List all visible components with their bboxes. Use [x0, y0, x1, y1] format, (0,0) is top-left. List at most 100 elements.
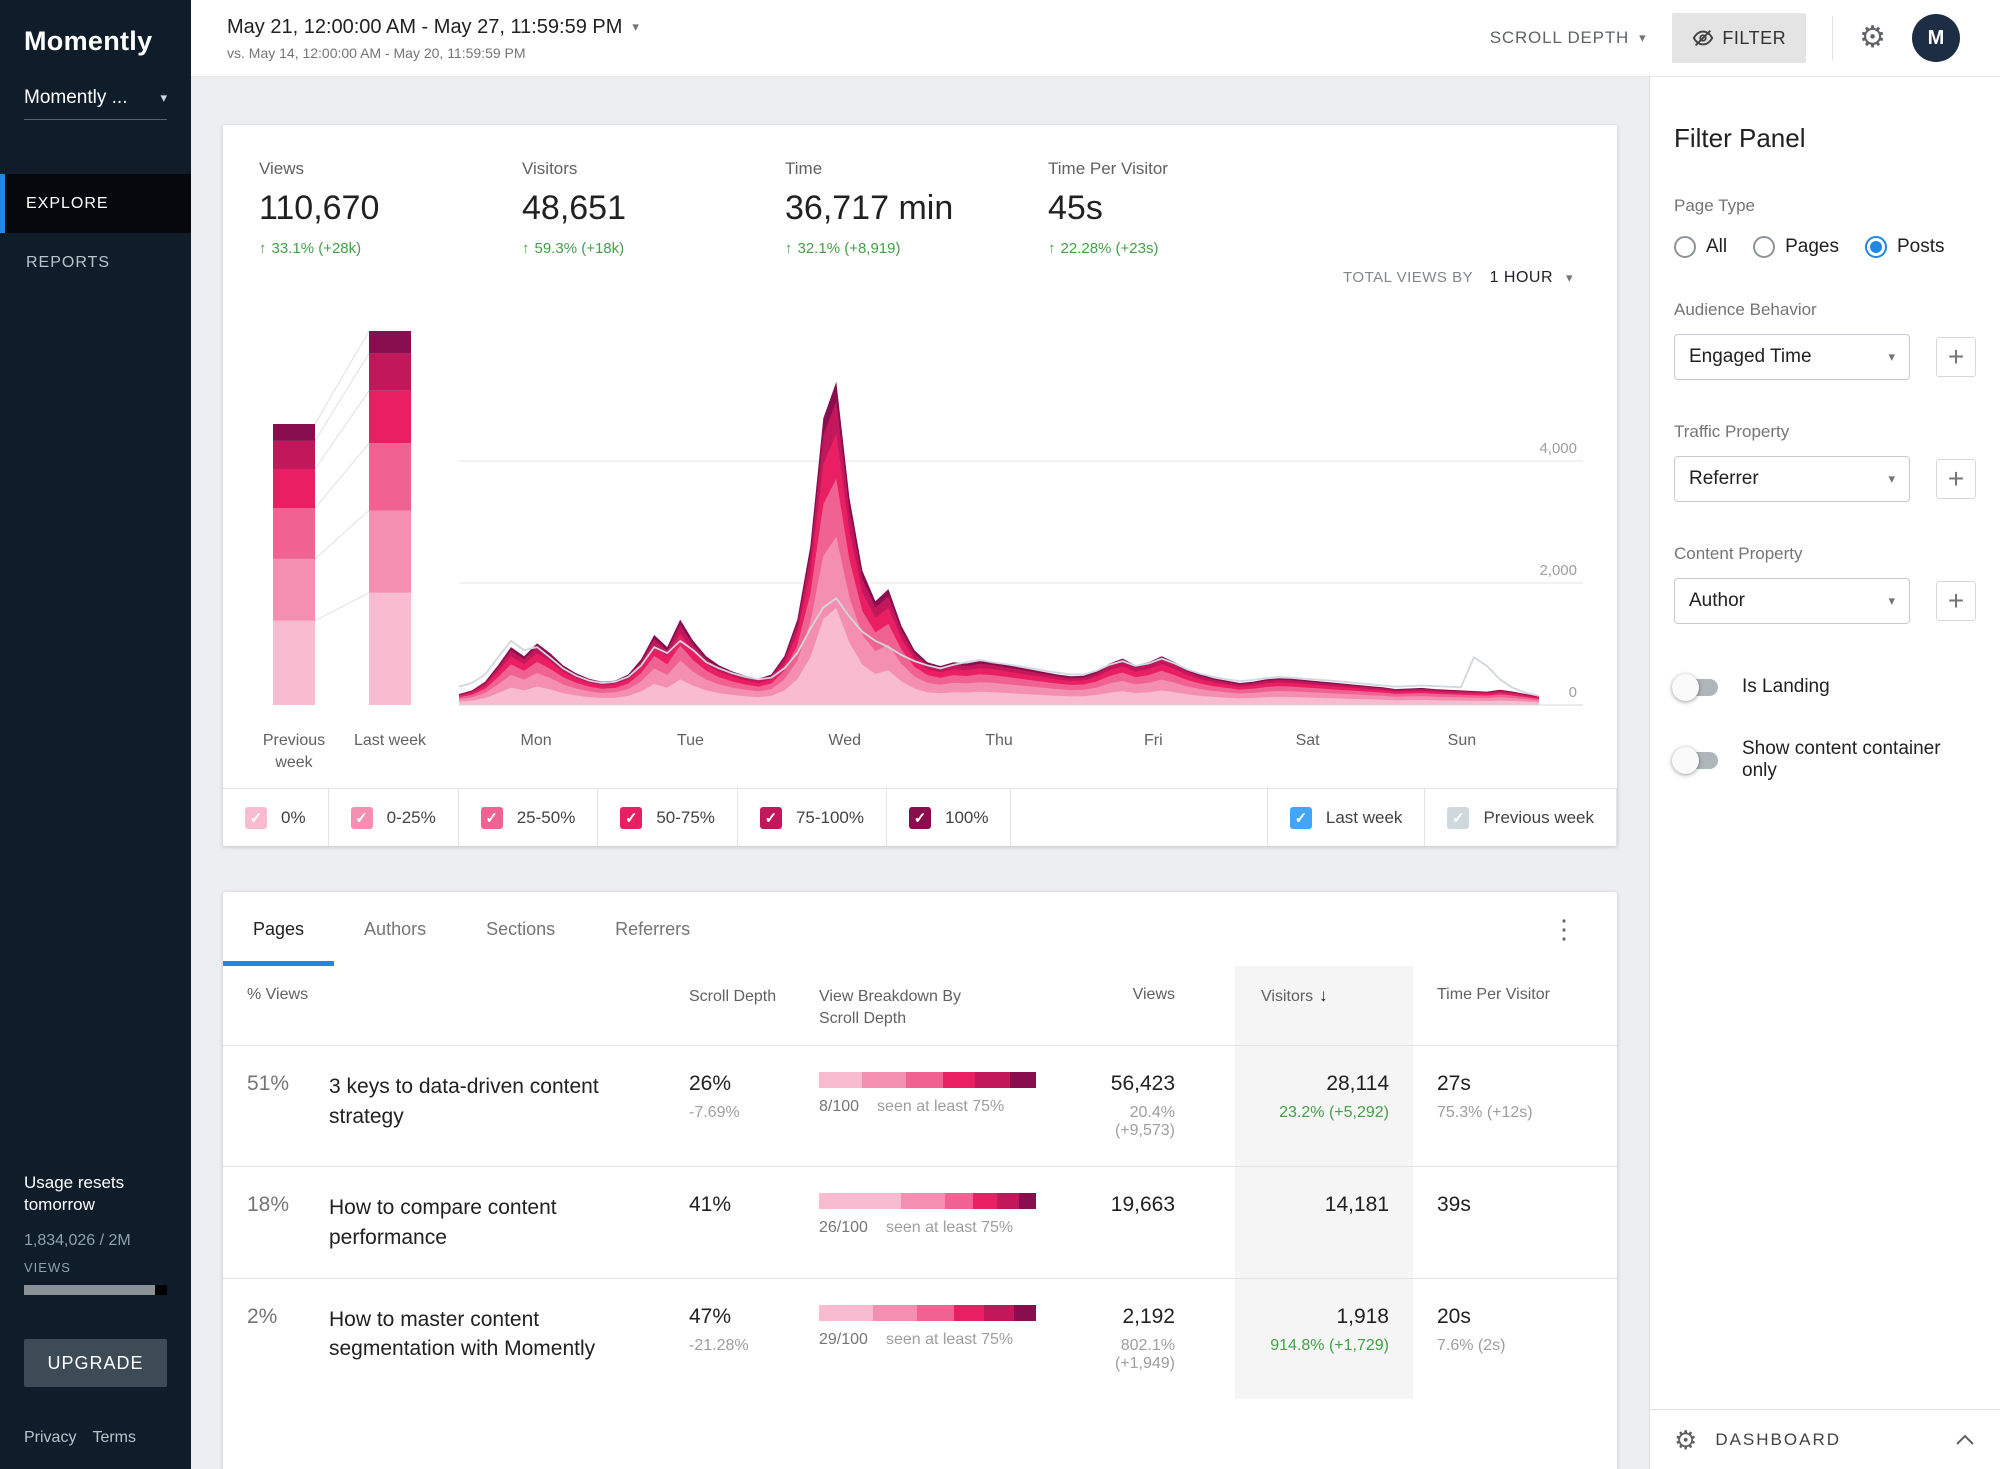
chevron-down-icon: ▾: [632, 19, 639, 35]
views-cell: 56,42320.4% (+9,573): [1069, 1046, 1235, 1166]
breakdown-bar: [819, 1193, 1036, 1209]
metric-visitors: Visitors48,651↑59.3% (+18k): [522, 159, 785, 257]
svg-text:Wed: Wed: [828, 732, 861, 749]
radio-pages[interactable]: Pages: [1753, 236, 1839, 258]
time-per-visitor-delta: 75.3% (+12s): [1437, 1104, 1617, 1122]
col-pct-views: % Views: [223, 966, 329, 1045]
filter-panel-title: Filter Panel: [1674, 123, 1976, 154]
checkbox-icon: ✓: [351, 807, 373, 829]
main-column: May 21, 12:00:00 AM - May 27, 11:59:59 P…: [191, 0, 2000, 1469]
legend-series-previous-week[interactable]: ✓Previous week: [1425, 789, 1617, 846]
sort-desc-icon[interactable]: ↓: [1319, 986, 1328, 1005]
add-filter-button[interactable]: +: [1936, 337, 1976, 377]
toggle-is-landing[interactable]: [1674, 679, 1718, 696]
chevron-down-icon: ▾: [1888, 349, 1895, 365]
footer-link-privacy[interactable]: Privacy: [24, 1429, 76, 1447]
overlay-metric-selector[interactable]: SCROLL DEPTH ▾: [1490, 28, 1647, 48]
overview-card: Views110,670↑33.1% (+28k)Visitors48,651↑…: [223, 125, 1617, 846]
tab-sections[interactable]: Sections: [456, 892, 585, 966]
metric-delta: ↑33.1% (+28k): [259, 240, 522, 257]
col-visitors[interactable]: Visitors↓: [1235, 966, 1413, 1045]
legend-bucket-100[interactable]: ✓100%: [887, 789, 1011, 846]
legend-spacer: [1011, 789, 1267, 846]
date-range-selector[interactable]: May 21, 12:00:00 AM - May 27, 11:59:59 P…: [227, 16, 639, 61]
breakdown-segment: [997, 1193, 1019, 1209]
tab-referrers[interactable]: Referrers: [585, 892, 720, 966]
filter-section-label: Audience Behavior: [1674, 300, 1976, 320]
chevron-down-icon: ▾: [160, 90, 167, 106]
toggle-row-show-content-container-only: Show content container only: [1674, 738, 1976, 782]
legend-bucket-0[interactable]: ✓0%: [223, 789, 329, 846]
breakdown-segment: [819, 1193, 901, 1209]
filter-toggles: Is LandingShow content container only: [1674, 676, 1976, 782]
user-avatar[interactable]: M: [1912, 14, 1960, 62]
footer-link-terms[interactable]: Terms: [92, 1429, 136, 1447]
radio-icon: [1865, 236, 1887, 258]
views-cell: 19,663: [1069, 1167, 1235, 1278]
sidebar-usage: Usage resets tomorrow 1,834,026 / 2M VIE…: [0, 1172, 191, 1469]
table-row[interactable]: 51%3 keys to data-driven content strateg…: [223, 1045, 1617, 1166]
scroll-depth-cell: 41%: [689, 1167, 819, 1278]
legend-bucket-25-50[interactable]: ✓25-50%: [459, 789, 599, 846]
svg-text:Thu: Thu: [985, 732, 1013, 749]
metric-value: 36,717 min: [785, 189, 1048, 228]
tab-authors[interactable]: Authors: [334, 892, 456, 966]
legend-series-last-week[interactable]: ✓Last week: [1268, 789, 1426, 846]
views-cell: 2,192802.1% (+1,949): [1069, 1279, 1235, 1399]
chevron-up-icon[interactable]: [1954, 1433, 1976, 1447]
topbar-right: SCROLL DEPTH ▾ FILTER ⚙ M: [1490, 13, 2000, 63]
breakdown-cell: 8/100seen at least 75%: [819, 1046, 1069, 1166]
upgrade-button[interactable]: UPGRADE: [24, 1339, 167, 1387]
table-options-kebab-icon[interactable]: ⋮: [1551, 914, 1577, 945]
page-title-link[interactable]: How to master content segmentation with …: [329, 1279, 689, 1399]
time-per-visitor-delta: 7.6% (2s): [1437, 1337, 1617, 1355]
toggle-show-content-container-only[interactable]: [1674, 752, 1718, 769]
filter-section-audience-behavior: Audience Behavior Engaged Time▾ +: [1674, 300, 1976, 380]
main-content[interactable]: Views110,670↑33.1% (+28k)Visitors48,651↑…: [191, 77, 1649, 1469]
svg-text:4,000: 4,000: [1539, 440, 1577, 457]
page-type-radio-group: All Pages Posts: [1674, 236, 1976, 258]
page-title-link[interactable]: How to compare content performance: [329, 1167, 689, 1278]
interval-selector[interactable]: 1 HOUR ▾: [1490, 269, 1573, 286]
tab-pages[interactable]: Pages: [223, 892, 334, 966]
radio-all[interactable]: All: [1674, 236, 1727, 258]
filter-button[interactable]: FILTER: [1672, 13, 1806, 63]
table-row[interactable]: 18%How to compare content performance41%…: [223, 1166, 1617, 1278]
metric-label: Time Per Visitor: [1048, 159, 1311, 179]
legend-bucket-50-75[interactable]: ✓50-75%: [598, 789, 738, 846]
breakdown-score: 29/100: [819, 1331, 868, 1348]
metric-delta: ↑22.28% (+23s): [1048, 240, 1311, 257]
sidebar-item-explore[interactable]: EXPLORE: [0, 174, 191, 233]
sidebar-item-reports[interactable]: REPORTS: [0, 233, 191, 292]
svg-text:Tue: Tue: [677, 732, 704, 749]
legend-label: 0-25%: [387, 808, 436, 828]
time-per-visitor-cell: 27s75.3% (+12s): [1413, 1046, 1617, 1166]
select-value: Referrer: [1689, 468, 1759, 490]
dashboard-bar[interactable]: ⚙ DASHBOARD: [1650, 1409, 2000, 1469]
breakdown-segment: [1010, 1072, 1036, 1088]
legend-bucket-0-25[interactable]: ✓ 0-25%: [329, 789, 459, 846]
sidebar: Momently Momently ... ▾ EXPLOREREPORTS U…: [0, 0, 191, 1469]
site-selector[interactable]: Momently ... ▾: [24, 87, 167, 120]
breakdown-caption: 26/100seen at least 75%: [819, 1219, 1069, 1237]
legend-bucket-75-100[interactable]: ✓75-100%: [738, 789, 887, 846]
page-title-link[interactable]: 3 keys to data-driven content strategy: [329, 1046, 689, 1166]
settings-gear-icon[interactable]: ⚙: [1859, 23, 1886, 53]
compare-range-label: vs. May 14, 12:00:00 AM - May 20, 11:59:…: [227, 45, 639, 61]
radio-posts[interactable]: Posts: [1865, 236, 1945, 258]
select-audience-behavior[interactable]: Engaged Time▾: [1674, 334, 1910, 380]
bar-chart-svg: PreviousweekLast week: [247, 295, 459, 777]
metric-time: Time36,717 min↑32.1% (+8,919): [785, 159, 1048, 257]
time-per-visitor-value: 20s: [1437, 1305, 1617, 1329]
legend-label: 0%: [281, 808, 306, 828]
views-area-chart[interactable]: 02,0004,000MonTueWedThuFriSatSun: [459, 295, 1583, 782]
breakdown-caption: 8/100seen at least 75%: [819, 1098, 1069, 1116]
select-traffic-property[interactable]: Referrer▾: [1674, 456, 1910, 502]
up-arrow-icon: ↑: [259, 240, 267, 257]
add-filter-button[interactable]: +: [1936, 459, 1976, 499]
table-row[interactable]: 2%How to master content segmentation wit…: [223, 1278, 1617, 1399]
select-content-property[interactable]: Author▾: [1674, 578, 1910, 624]
visitors-delta: 23.2% (+5,292): [1235, 1104, 1389, 1122]
add-filter-button[interactable]: +: [1936, 581, 1976, 621]
tabs: PagesAuthorsSectionsReferrers: [223, 892, 720, 966]
